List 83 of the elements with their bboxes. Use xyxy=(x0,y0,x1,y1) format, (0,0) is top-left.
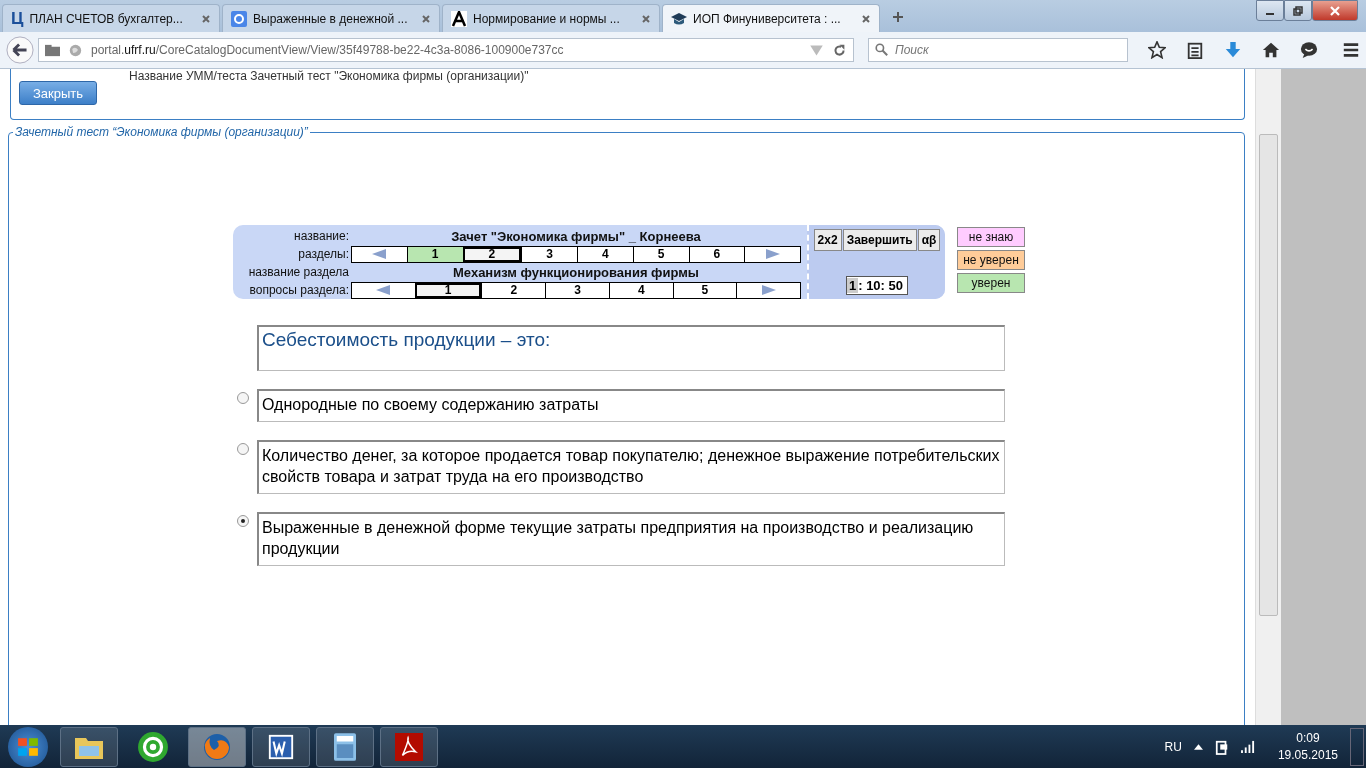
scrollbar[interactable] xyxy=(1255,69,1281,725)
section-tab[interactable]: 3 xyxy=(521,246,577,262)
question-tab[interactable]: 2 xyxy=(481,282,546,298)
question-text: Себестоимость продукции – это: xyxy=(257,325,1005,371)
close-tab-icon[interactable] xyxy=(641,13,651,24)
clock[interactable]: 0:09 19.05.2015 xyxy=(1277,729,1338,764)
graduation-cap-icon xyxy=(671,10,687,27)
restore-button[interactable] xyxy=(1284,0,1312,21)
close-tab-icon[interactable] xyxy=(421,13,431,24)
browser-tab[interactable]: Ц ПЛАН СЧЕТОВ бухгалтер... xyxy=(2,4,220,32)
left-arrow-icon xyxy=(376,285,391,295)
field-label: разделы: xyxy=(297,247,350,261)
download-icon[interactable] xyxy=(1224,41,1242,59)
radio-button[interactable] xyxy=(237,515,249,527)
section-tab[interactable]: 4 xyxy=(577,246,633,262)
windows-logo xyxy=(17,735,39,758)
close-window-button[interactable] xyxy=(1312,0,1358,21)
show-hidden-icon[interactable] xyxy=(1193,743,1203,750)
question-tab[interactable]: 4 xyxy=(608,282,673,298)
radio-button[interactable] xyxy=(237,392,249,404)
browser-icon xyxy=(202,731,232,762)
field-label: название раздела xyxy=(247,265,350,279)
back-button[interactable] xyxy=(6,36,34,64)
answer-option[interactable]: Выраженные в денежной форме текущие затраты предприятия на производство и реализацию продукции xyxy=(257,512,1005,566)
section-tab[interactable]: 2 xyxy=(462,246,522,262)
taskbar-app[interactable] xyxy=(60,726,118,767)
test-title: Зачет "Экономика фирмы" _ Корнеева xyxy=(450,228,702,244)
answer-option[interactable]: Однородные по своему содержанию затраты xyxy=(257,389,1005,422)
address-field[interactable]: portal.ufrf.ru/CoreCatalogDocumentView/View/35f49788-be22-4c3a-8086-100900e737cc xyxy=(38,38,854,62)
show-desktop-button[interactable] xyxy=(1350,727,1364,766)
panel-legend: Зачетный тест “Экономика фирмы (организации)” xyxy=(13,125,310,139)
browser-tab[interactable]: ИОП Финуниверситета : ... xyxy=(662,4,880,32)
clipboard-icon[interactable] xyxy=(1186,41,1204,59)
right-arrow-icon xyxy=(765,249,780,259)
folder-icon xyxy=(45,43,60,57)
minimize-icon xyxy=(1266,12,1274,15)
test-button[interactable]: αβ xyxy=(917,229,941,251)
pdf-icon xyxy=(395,732,423,761)
calculator-icon xyxy=(334,732,356,761)
right-arrow-icon xyxy=(761,285,776,295)
home-icon[interactable] xyxy=(1262,41,1280,59)
question-tab[interactable]: 5 xyxy=(672,282,737,298)
test-button[interactable]: 2x2 xyxy=(813,229,842,251)
star-icon[interactable] xyxy=(1148,41,1166,59)
start-button[interactable] xyxy=(8,726,48,767)
test-button[interactable]: Завершить xyxy=(842,229,917,251)
new-tab-icon[interactable] xyxy=(892,11,904,23)
page-header-text: Название УММ/теста Зачетный тест "Экономика фирмы (организации)" xyxy=(129,69,529,83)
menu-icon[interactable] xyxy=(1342,41,1360,59)
confidence-button[interactable]: не знаю xyxy=(957,227,1025,247)
minimize-button[interactable] xyxy=(1256,0,1284,21)
signal-icon[interactable] xyxy=(1240,740,1256,753)
browser-tab[interactable]: Нормирование и нормы ... xyxy=(442,4,660,32)
left-arrow-icon xyxy=(372,249,387,259)
field-label: вопросы раздела: xyxy=(248,283,350,297)
section-title: Механизм функционирования фирмы xyxy=(452,264,700,280)
field-label: название: xyxy=(293,229,350,243)
close-tab-icon[interactable] xyxy=(861,13,871,24)
taskbar-app[interactable] xyxy=(316,726,374,767)
restore-icon xyxy=(1293,5,1303,16)
serif-letter-icon xyxy=(451,10,467,27)
close-icon xyxy=(1330,5,1340,16)
confidence-button[interactable]: не уверен xyxy=(957,250,1025,270)
question-tab[interactable]: 3 xyxy=(545,282,609,298)
radio-button[interactable] xyxy=(237,443,249,455)
answer-option[interactable]: Количество денег, за которое продается товар покупателю; денежное выражение потребительских свойств товара и затрат труда на его производство xyxy=(257,440,1005,494)
language-indicator[interactable]: RU xyxy=(1164,739,1182,754)
browser-tab[interactable]: Выраженные в денежной ... xyxy=(222,4,440,32)
document-icon xyxy=(267,732,295,761)
section-tab[interactable]: 1 xyxy=(406,246,463,262)
search-icon xyxy=(874,43,889,56)
section-tab[interactable]: 5 xyxy=(632,246,689,262)
question-tab[interactable]: 1 xyxy=(414,282,482,298)
section-tab[interactable]: 6 xyxy=(688,246,745,262)
taskbar-app[interactable] xyxy=(252,726,310,767)
chat-icon[interactable] xyxy=(1300,41,1318,59)
site-logo: Ц xyxy=(11,10,24,27)
timer: 1: 10: 50 xyxy=(845,276,908,295)
close-tab-icon[interactable] xyxy=(201,13,211,24)
search-field[interactable]: Поиск xyxy=(868,38,1128,62)
confidence-button[interactable]: уверен xyxy=(957,273,1025,293)
taskbar-app[interactable] xyxy=(380,726,438,767)
reload-icon[interactable] xyxy=(832,43,847,57)
